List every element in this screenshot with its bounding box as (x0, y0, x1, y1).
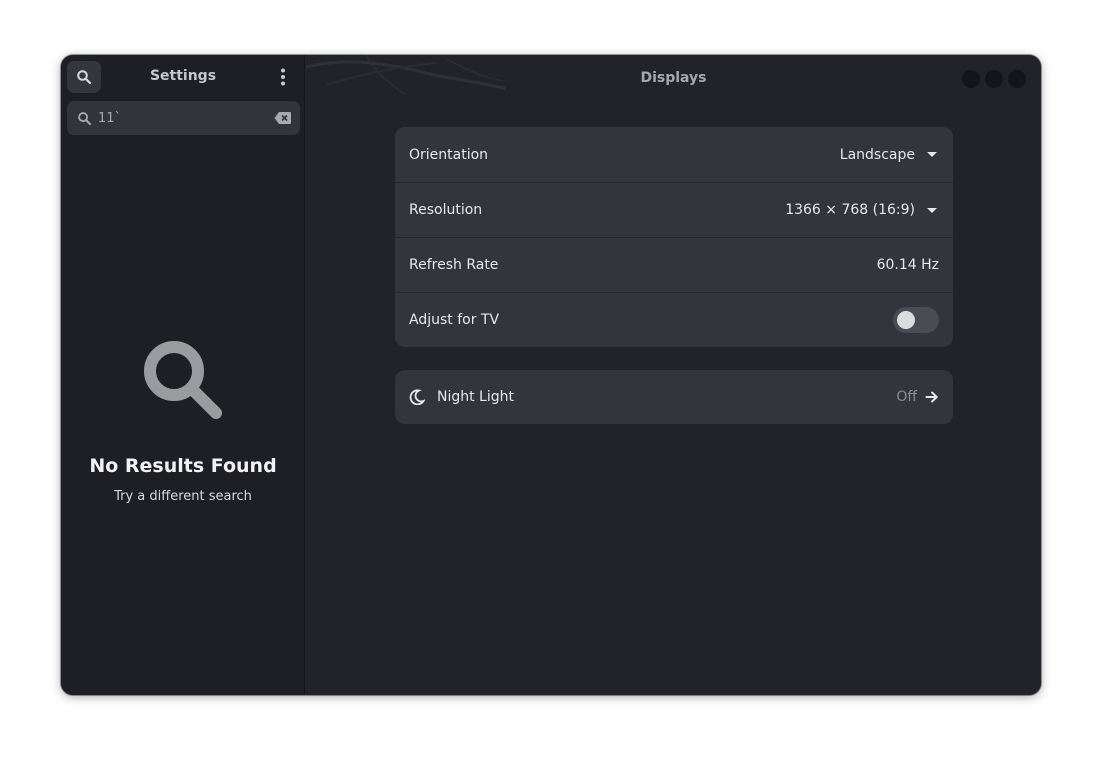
sidebar-header: Settings (61, 55, 305, 101)
orientation-value: Landscape (839, 146, 915, 163)
clear-search-icon[interactable] (274, 110, 292, 126)
maximize-button[interactable] (985, 70, 1003, 88)
search-icon (77, 110, 93, 126)
close-button[interactable] (1008, 70, 1026, 88)
magnifier-icon (144, 341, 222, 419)
no-results-placeholder: No Results Found Try a different search (61, 335, 305, 504)
page-title: Displays (640, 70, 707, 86)
orientation-label: Orientation (409, 146, 489, 163)
resolution-dropdown[interactable]: 1366 × 768 (16:9) (785, 202, 939, 218)
night-light-row[interactable]: Night Light Off (395, 370, 953, 424)
resolution-value: 1366 × 768 (16:9) (785, 202, 915, 218)
resolution-label: Resolution (409, 202, 483, 218)
orientation-dropdown[interactable]: Landscape (840, 147, 939, 163)
main-menu-button[interactable] (267, 61, 299, 93)
adjust-for-tv-row[interactable]: Adjust for TV (395, 292, 953, 347)
adjust-for-tv-label: Adjust for TV (409, 312, 500, 328)
minimize-button[interactable] (962, 70, 980, 88)
empty-subtitle: Try a different search (114, 489, 252, 504)
chevron-down-icon (927, 207, 937, 213)
night-light-card: Night Light Off (395, 370, 953, 424)
settings-window: Settings 11` No Results Found Try a diff… (61, 55, 1041, 695)
search-field[interactable] (67, 101, 300, 135)
display-settings-card: Orientation Landscape Resolution 1366 × … (395, 127, 953, 347)
empty-title: No Results Found (89, 455, 277, 477)
resolution-row[interactable]: Resolution 1366 × 768 (16:9) (395, 182, 953, 237)
search-input[interactable] (98, 110, 258, 126)
vertical-dots-icon (281, 68, 285, 86)
main-panel: Displays Orientation Landscape Resolutio… (306, 55, 1041, 695)
refresh-rate-row: Refresh Rate 60.14 Hz (395, 237, 953, 292)
orientation-row[interactable]: Orientation Landscape (395, 127, 953, 182)
chevron-down-icon (927, 152, 937, 157)
night-light-status: Off (896, 389, 917, 405)
adjust-for-tv-switch[interactable] (893, 307, 939, 333)
refresh-rate-label: Refresh Rate (409, 257, 499, 273)
night-light-label: Night Light (437, 389, 514, 405)
refresh-rate-value: 60.14 Hz (876, 257, 939, 273)
arrow-right-icon (925, 391, 938, 403)
switch-knob (897, 311, 915, 329)
sidebar: Settings 11` No Results Found Try a diff… (61, 55, 305, 695)
moon-icon (409, 389, 425, 405)
